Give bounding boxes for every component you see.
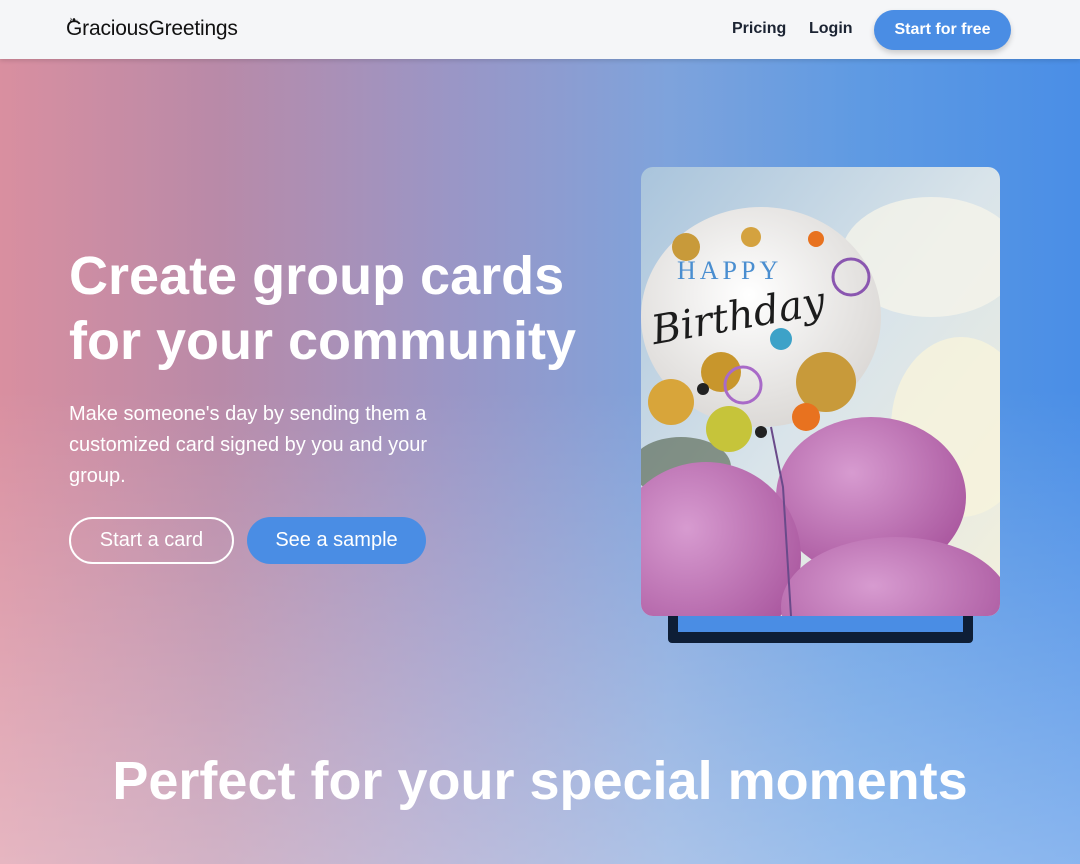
- start-a-card-button[interactable]: Start a card: [69, 517, 234, 564]
- hero-title: Create group cards for your community: [69, 246, 577, 371]
- bow-icon: ❧: [69, 15, 79, 27]
- see-a-sample-button[interactable]: See a sample: [247, 517, 426, 564]
- brand-name: GraciousGreetings: [66, 17, 238, 40]
- balloon-illustration: HAPPY Birthday: [641, 167, 1000, 616]
- start-for-free-button[interactable]: Start for free: [874, 10, 1011, 50]
- nav-login-link[interactable]: Login: [809, 20, 853, 38]
- top-nav: ❧GraciousGreetings Pricing Login Start f…: [0, 0, 1080, 59]
- brand-logo[interactable]: ❧GraciousGreetings: [66, 15, 238, 41]
- nav-pricing-link[interactable]: Pricing: [732, 20, 786, 38]
- section-title: Perfect for your special moments: [112, 751, 968, 811]
- birthday-balloon-image: HAPPY Birthday: [641, 167, 1000, 616]
- balloon-happy-text: HAPPY: [677, 256, 782, 285]
- hero-subtitle: Make someone's day by sending them a cus…: [69, 403, 427, 487]
